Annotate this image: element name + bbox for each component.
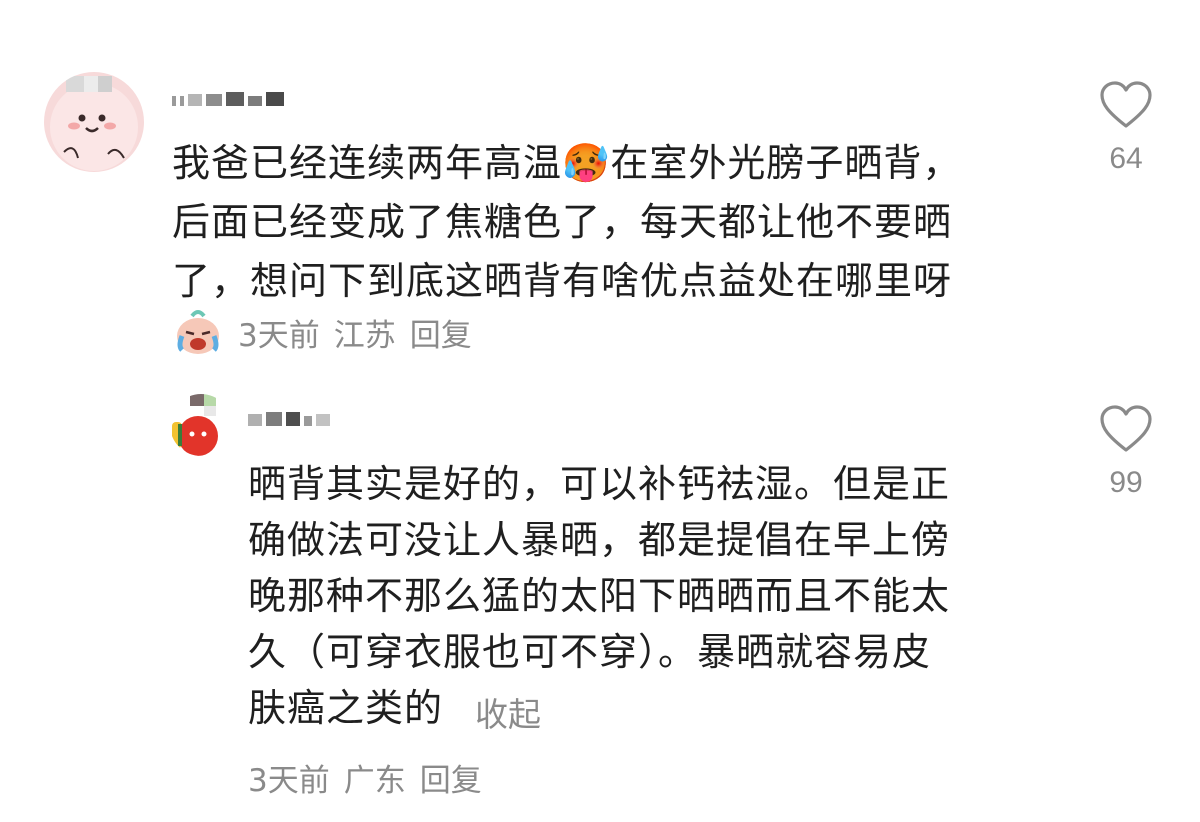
reply-time: 3天前 xyxy=(248,762,330,799)
comment-location: 江苏 xyxy=(333,317,396,354)
avatar[interactable] xyxy=(44,72,144,172)
collapse-button[interactable]: 收起 xyxy=(475,688,541,736)
heart-icon xyxy=(1100,81,1152,128)
username-redacted[interactable] xyxy=(172,88,292,108)
reply-avatar[interactable] xyxy=(170,394,232,456)
redacted-username-blocks xyxy=(172,92,284,106)
reply-text: 晒背其实是好的，可以补钙祛湿。但是正 确做法可没让人暴晒，都是提倡在早上傍 晚那… xyxy=(248,462,951,730)
comment-meta: 3天前 江苏 回复 xyxy=(172,304,486,360)
reply-location: 广东 xyxy=(343,762,406,799)
comment-text: 我爸已经连续两年高温🥵在室外光膀子晒背， 后面已经变成了焦糖色了，每天都让他不要… xyxy=(172,141,962,303)
comment-time: 3天前 xyxy=(238,317,320,354)
reply-username-redacted[interactable] xyxy=(248,408,338,428)
avatar-image xyxy=(44,72,144,172)
like-button[interactable]: 99 xyxy=(1090,404,1162,500)
heart-icon xyxy=(1100,405,1152,452)
redacted-username-blocks xyxy=(248,412,330,426)
reply-button[interactable]: 回复 xyxy=(410,310,472,355)
reply-meta: 3天前 广东 回复 xyxy=(248,752,496,802)
reply-button[interactable]: 回复 xyxy=(420,755,482,800)
crying-face-sticker-icon xyxy=(177,310,219,354)
comment-thread: 我爸已经连续两年高温🥵在室外光膀子晒背， 后面已经变成了焦糖色了，每天都让他不要… xyxy=(0,0,1200,822)
like-count: 64 xyxy=(1109,142,1143,175)
avatar-image xyxy=(170,394,232,456)
like-count: 99 xyxy=(1109,466,1143,499)
like-button[interactable]: 64 xyxy=(1090,80,1162,176)
